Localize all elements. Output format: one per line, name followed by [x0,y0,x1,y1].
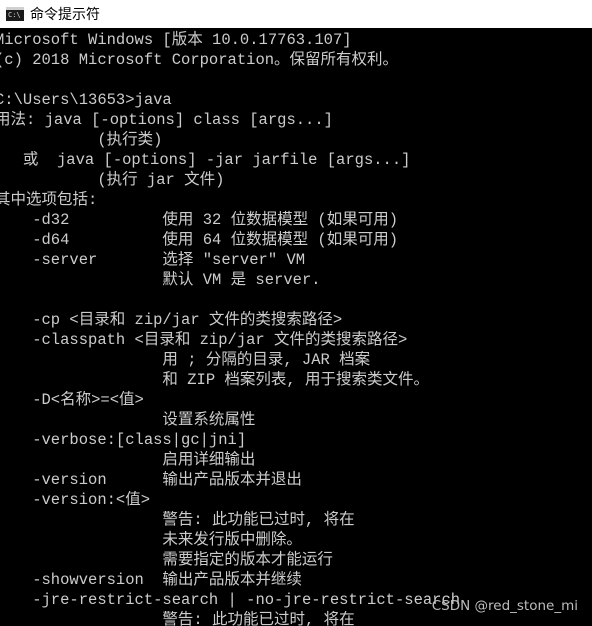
console-line: 警告: 此功能已过时, 将在 [0,611,355,626]
console-line: -D<名称>=<值> [0,391,144,409]
csdn-watermark: CSDN @red_stone_mi [431,598,578,614]
console-line: 用 ; 分隔的目录, JAR 档案 [0,351,371,369]
console-line: 其中选项包括: [0,191,98,209]
console-line: 警告: 此功能已过时, 将在 [0,511,355,529]
console-line: -jre-restrict-search | -no-jre-restrict-… [0,591,461,609]
console-line: -server 选择 "server" VM [0,251,306,269]
console-line: -verbose:[class|gc|jni] [0,431,247,449]
command-prompt-icon-glyph: C:\ [8,11,21,19]
command-prompt-icon: C:\ [6,7,24,21]
console-output-area[interactable]: Microsoft Windows [版本 10.0.17763.107] (c… [0,30,592,626]
console-line: C:\Users\13653>java [0,91,172,109]
console-line: 默认 VM 是 server. [0,271,321,289]
console-line: 未来发行版中删除。 [0,531,302,549]
window-title: 命令提示符 [30,7,100,23]
console-line: 用法: java [-options] class [args...] [0,111,333,129]
console-line: -cp <目录和 zip/jar 文件的类搜索路径> [0,311,343,329]
console-line: -d32 使用 32 位数据模型 (如果可用) [0,211,399,229]
console-line: (c) 2018 Microsoft Corporation。保留所有权利。 [0,51,399,69]
console-line: (执行 jar 文件) [0,171,225,189]
console-line: -classpath <目录和 zip/jar 文件的类搜索路径> [0,331,408,349]
console-line: 和 ZIP 档案列表, 用于搜索类文件。 [0,371,430,389]
console-line: -version:<值> [0,491,151,509]
console-line: 或 java [-options] -jar jarfile [args...] [0,151,411,169]
console-line: -d64 使用 64 位数据模型 (如果可用) [0,231,399,249]
console-line: 启用详细输出 [0,451,256,469]
console-line: -version 输出产品版本并退出 [0,471,302,489]
console-line: Microsoft Windows [版本 10.0.17763.107] [0,31,352,49]
console-line: (执行类) [0,131,163,149]
console-line: -showversion 输出产品版本并继续 [0,571,302,589]
console-line: 需要指定的版本才能运行 [0,551,333,569]
console-line: 设置系统属性 [0,411,256,429]
window-titlebar[interactable]: C:\ 命令提示符 [0,0,592,28]
